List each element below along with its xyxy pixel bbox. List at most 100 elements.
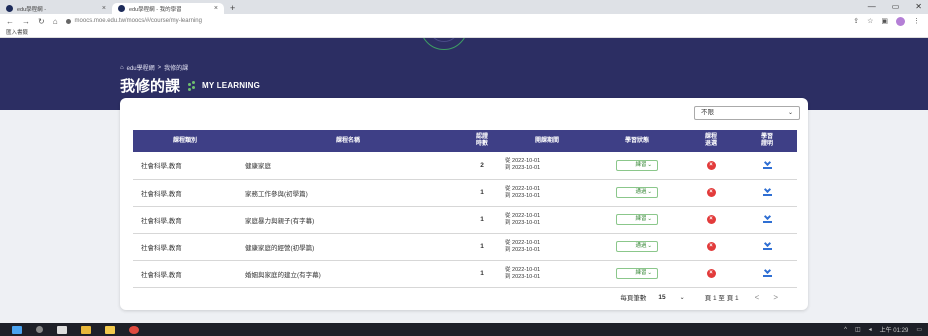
edge-icon[interactable] [81, 325, 91, 334]
table-row: 社會科學,教育 家庭暴力與親子(有字幕) 1 從 2022-10-01 到 202… [133, 206, 797, 234]
page-info: 頁 1 至 頁 1 [704, 295, 739, 302]
browser-tab[interactable]: edu學程網 - × [0, 3, 112, 14]
store-icon[interactable] [57, 325, 67, 334]
drop-cell: × [685, 179, 737, 207]
browser-tab-bar: edu學程網 - × edu學程網 - 我的學習 × + — ▭ ✕ [0, 0, 928, 14]
site-favicon-icon [118, 5, 125, 12]
header-period: 開課期間 [505, 130, 589, 152]
breadcrumb-home[interactable]: edu學程網 [127, 63, 155, 72]
site-info-icon[interactable] [65, 18, 71, 24]
cert-cell [737, 260, 797, 288]
drop-cell: × [685, 206, 737, 234]
chevron-down-icon: ⌄ [787, 110, 793, 116]
home-icon[interactable]: ⌂ [53, 17, 58, 26]
header-certificate: 學習 證明 [737, 130, 797, 152]
drop-course-icon[interactable]: × [706, 269, 716, 278]
volume-icon[interactable]: ◂ [869, 326, 872, 333]
download-icon[interactable] [762, 185, 772, 196]
close-tab-icon[interactable]: × [214, 5, 218, 12]
reload-icon[interactable]: ↻ [38, 17, 45, 26]
back-icon[interactable]: ← [6, 17, 14, 26]
drop-course-icon[interactable]: × [706, 242, 716, 251]
download-icon[interactable] [762, 158, 772, 169]
course-hours: 1 [459, 206, 505, 234]
course-name[interactable]: 家務工作參與(初學篇) [237, 179, 459, 207]
search-icon[interactable] [36, 326, 43, 333]
next-page-button[interactable]: > [773, 293, 778, 302]
menu-icon[interactable]: ⋮ [913, 17, 920, 25]
download-icon[interactable] [762, 266, 772, 277]
course-hours: 1 [459, 233, 505, 261]
pagination: 每頁筆數 15 ⌄ 頁 1 至 頁 1 < > [620, 292, 778, 303]
course-name[interactable]: 健康家庭 [237, 152, 459, 180]
status-filter-select[interactable]: 不限 ⌄ [694, 106, 800, 120]
import-bookmarks-link[interactable]: 匯入書籤 [6, 30, 28, 36]
start-icon[interactable] [12, 325, 22, 334]
cert-cell [737, 206, 797, 234]
status-dropdown[interactable]: 練習 ⌄ [616, 159, 658, 171]
filter-value: 不限 [701, 109, 714, 116]
status-cell: 通過 ⌄ [589, 179, 685, 207]
bookmark-star-icon[interactable]: ☆ [867, 17, 873, 25]
profile-avatar[interactable] [896, 16, 905, 26]
window-controls: — ▭ ✕ [868, 2, 922, 11]
per-page-label: 每頁筆數 [620, 295, 647, 302]
chevron-down-icon[interactable]: ⌄ [680, 294, 685, 301]
download-icon[interactable] [762, 239, 772, 250]
tab-title: edu學程網 - 我的學習 [129, 6, 182, 13]
course-hours: 1 [459, 260, 505, 288]
url-field[interactable]: moocs.moe.edu.tw/moocs/#/course/my-learn… [75, 18, 202, 24]
status-cell: 練習 ⌄ [589, 152, 685, 180]
home-icon[interactable]: ⌂ [120, 65, 124, 71]
file-explorer-icon[interactable] [105, 325, 115, 334]
course-name[interactable]: 婚姻與家庭的建立(有字幕) [237, 260, 459, 288]
drop-course-icon[interactable]: × [706, 160, 716, 170]
chevron-down-icon: ⌄ [647, 216, 652, 222]
forward-icon[interactable]: → [22, 17, 30, 26]
share-icon[interactable]: ⇪ [853, 17, 859, 25]
course-category: 社會科學,教育 [133, 206, 237, 234]
address-bar: ← → ↻ ⌂ moocs.moe.edu.tw/moocs/#/course/… [0, 14, 928, 28]
course-period: 從 2022-10-01 到 2023-10-01 [505, 206, 589, 234]
course-category: 社會科學,教育 [133, 260, 237, 288]
status-dropdown[interactable]: 練習 ⌄ [616, 214, 658, 225]
table-row: 社會科學,教育 家務工作參與(初學篇) 1 從 2022-10-01 到 2023… [133, 179, 797, 207]
course-name[interactable]: 家庭暴力與親子(有字幕) [237, 206, 459, 234]
course-hours: 2 [459, 152, 505, 180]
drop-cell: × [685, 260, 737, 288]
prev-page-button[interactable]: < [755, 293, 760, 302]
close-tab-icon[interactable]: × [102, 5, 106, 12]
status-dropdown[interactable]: 通過 ⌄ [616, 187, 658, 198]
table-row: 社會科學,教育 婚姻與家庭的建立(有字幕) 1 從 2022-10-01 到 20… [133, 260, 797, 288]
course-name[interactable]: 健康家庭的經營(初學篇) [237, 233, 459, 261]
browser-tab-active[interactable]: edu學程網 - 我的學習 × [112, 3, 224, 14]
per-page-select[interactable]: 15 [658, 294, 665, 301]
page-title-en: MY LEARNING [202, 81, 261, 90]
header-drop: 課程 退選 [685, 130, 737, 152]
tray-arrow-icon[interactable]: ^ [844, 327, 847, 333]
network-icon[interactable]: ◫ [855, 326, 861, 333]
course-category: 社會科學,教育 [133, 152, 237, 180]
drop-course-icon[interactable]: × [706, 188, 716, 197]
drop-course-icon[interactable]: × [706, 215, 716, 224]
table-row: 社會科學,教育 健康家庭的經營(初學篇) 1 從 2022-10-01 到 202… [133, 233, 797, 261]
close-window-icon[interactable]: ✕ [915, 2, 922, 11]
notification-icon[interactable]: ▭ [916, 326, 922, 333]
chevron-down-icon: ⌄ [647, 243, 652, 249]
chevron-down-icon: ⌄ [647, 161, 652, 168]
chrome-icon[interactable] [129, 325, 139, 334]
leaf-dots-icon [188, 80, 198, 91]
download-icon[interactable] [762, 212, 772, 223]
header-hours: 認證 時數 [459, 130, 505, 152]
course-period: 從 2022-10-01 到 2023-10-01 [505, 152, 589, 180]
clock[interactable]: 上午 01:29 [880, 325, 909, 334]
header-name: 課程名稱 [237, 130, 459, 152]
drop-cell: × [685, 233, 737, 261]
status-dropdown[interactable]: 練習 ⌄ [616, 268, 658, 279]
status-dropdown[interactable]: 通過 ⌄ [616, 241, 658, 252]
sidebar-icon[interactable]: ▣ [881, 17, 888, 25]
minimize-icon[interactable]: — [868, 2, 876, 11]
course-category: 社會科學,教育 [133, 233, 237, 261]
maximize-icon[interactable]: ▭ [892, 2, 900, 11]
new-tab-button[interactable]: + [230, 3, 235, 14]
